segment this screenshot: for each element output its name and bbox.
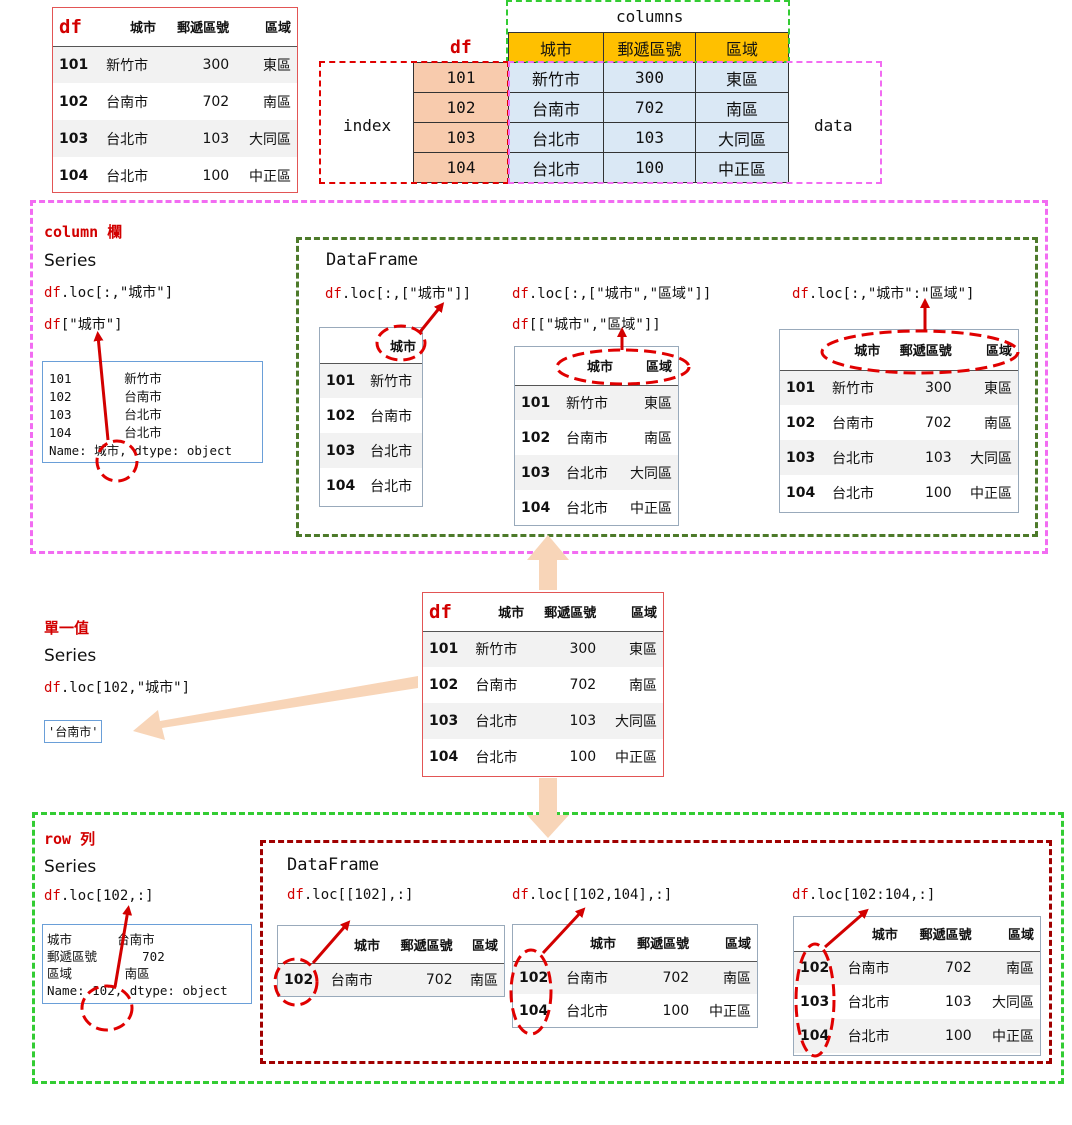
structure-df-label: df [450, 37, 472, 58]
df-table-topleft: df 城市 郵遞區號 區域 101 新竹市 300 東區 102 台南市 702 南區 10… [52, 7, 298, 193]
col-ex2-table: 城市 區域 101 新竹市 東區 102 台南市 南區 103 台北市 大同區 104 台北市中… [514, 346, 679, 526]
column-section-title: column 欄 [44, 223, 123, 241]
column-series-label: Series [44, 251, 97, 271]
df-label: df [59, 15, 82, 38]
row-ex3-table: 城市 郵遞區號 區域 102 台南市 702 南區 103 台北市 103 大同區 104 台北市… [793, 916, 1041, 1056]
row-ex2-table: 城市 郵遞區號 區域 102 台南市 702 南區 104 台北市 100 中正區 [512, 924, 758, 1028]
single-series-label: Series [44, 646, 97, 666]
column-code-bracket: df["城市"] [44, 317, 123, 333]
column-series-output: 101 新竹市 102 台南市 103 台北市 104 台北市 Name: 城市… [42, 361, 263, 463]
data-dashed-box [508, 61, 882, 184]
row-series-label: Series [44, 857, 97, 877]
row-dataframe-label: DataFrame [287, 855, 380, 875]
index-dashed-box [319, 61, 509, 184]
col-ex3-table: 城市 郵遞區號 區域 101 新竹市 300 東區 102 台南市 702 南區 103 台北市 1… [779, 329, 1019, 513]
single-output: '台南市' [44, 720, 103, 743]
row-ex3-code: df.loc[102:104,:] [792, 887, 936, 903]
row-ex2-code: df.loc[[102,104],:] [512, 887, 673, 903]
row-code: df.loc[102,:] [44, 888, 154, 904]
column-code-loc: df.loc[:,"城市"] [44, 285, 174, 301]
col-ex1-table: 城市 101 新竹市 102 台南市 103 台北市 104 台北市 [319, 327, 423, 507]
col-ex1-code: df.loc[:,["城市"]] [325, 286, 472, 302]
columns-dashed-box [506, 0, 790, 63]
row-ex1-table: 城市 郵遞區號 區域 102 台南市 702 南區 [277, 925, 505, 997]
row-section-title: row 列 [44, 830, 96, 848]
df-table-center: df 城市 郵遞區號 區域 101 新竹市 300 東區 102 台南市 702 南區 10… [422, 592, 664, 777]
col-ex2b-code: df[["城市","區域"]] [512, 317, 661, 333]
row-series-output: 城市 台南市 郵遞區號 702 區域 南區 Name: 102, dtype: … [42, 924, 252, 1004]
row-ex1-code: df.loc[[102],:] [287, 887, 414, 903]
col-ex2a-code: df.loc[:,["城市","區域"]] [512, 286, 712, 302]
column-dataframe-label: DataFrame [326, 250, 419, 270]
single-section-title: 單一值 [44, 619, 90, 637]
single-code: df.loc[102,"城市"] [44, 680, 191, 696]
col-ex3-code: df.loc[:,"城市":"區域"] [792, 286, 975, 302]
